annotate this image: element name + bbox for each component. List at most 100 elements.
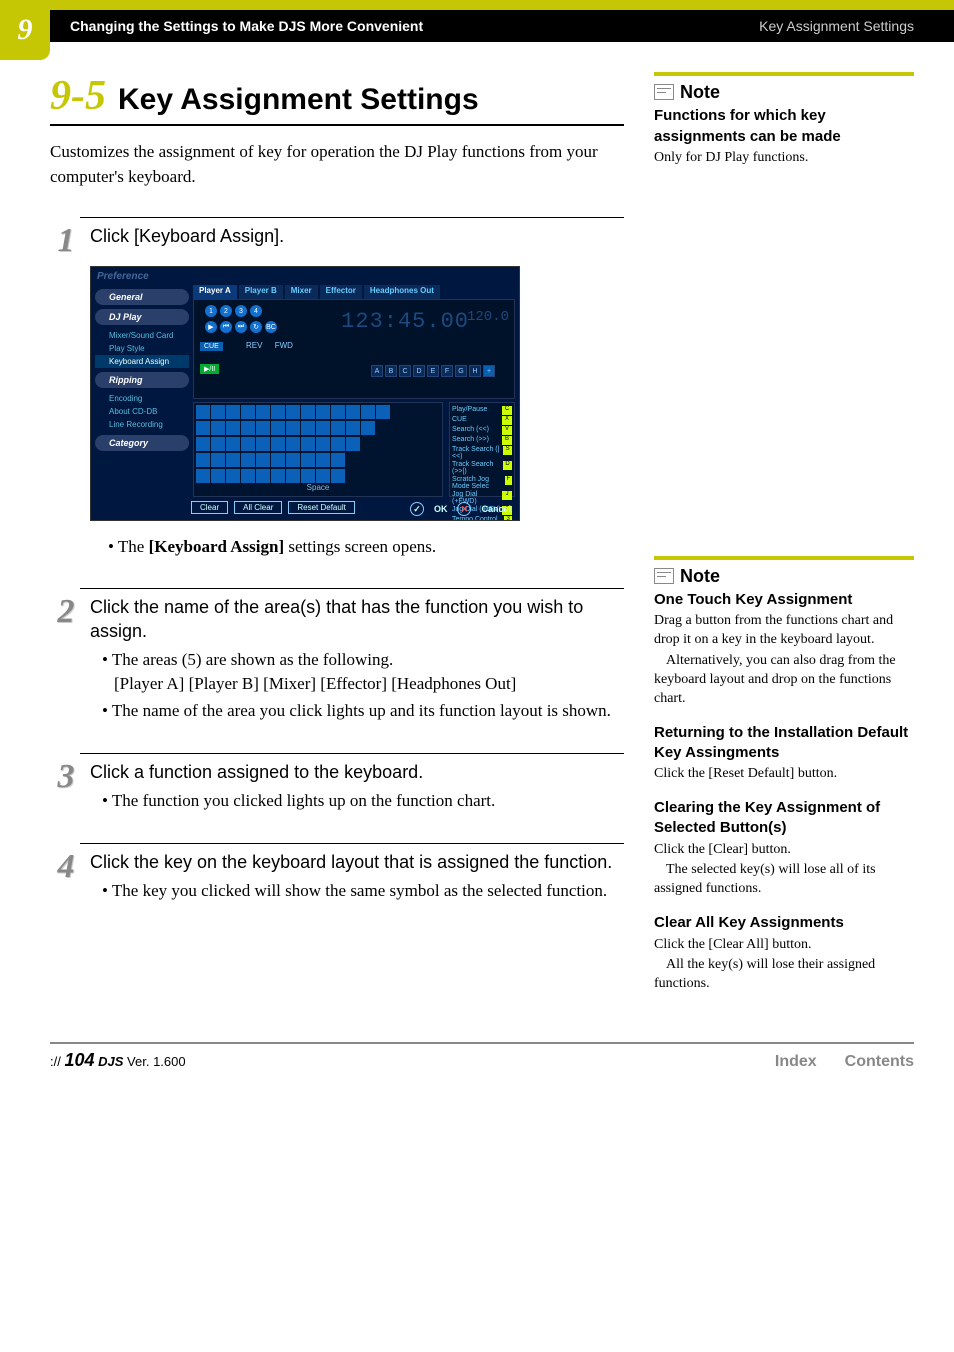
step-bullet: • The areas (5) are shown as the followi… — [102, 648, 624, 697]
note-icon — [654, 84, 674, 100]
func-label[interactable]: Tempo Control Range — [452, 516, 504, 521]
func-label[interactable]: Track Search (>>|) — [452, 461, 503, 475]
transport-button[interactable]: ↻ — [250, 321, 262, 333]
version-label: Ver. 1.600 — [127, 1054, 186, 1069]
play-pause-button[interactable]: ▶/II — [200, 364, 219, 374]
step-2: 2 Click the name of the area(s) that has… — [50, 588, 624, 726]
hotcue-slot[interactable]: B — [385, 365, 397, 377]
cancel-button[interactable]: Cancel — [481, 504, 511, 514]
hotcue-button[interactable]: 2 — [220, 305, 232, 317]
hotcue-button[interactable]: 1 — [205, 305, 217, 317]
hotcue-slot[interactable]: A — [371, 365, 383, 377]
func-key: V — [502, 426, 512, 435]
playpause-row: ▶/II — [199, 363, 220, 375]
func-key: J — [502, 491, 512, 500]
tab-player-b[interactable]: Player B — [239, 285, 283, 299]
page-header: 9 Changing the Settings to Make DJS More… — [0, 10, 954, 42]
func-label[interactable]: Track Search (|<<) — [452, 446, 503, 460]
tab-effector[interactable]: Effector — [320, 285, 362, 299]
divider — [80, 588, 624, 589]
sidebar-item[interactable]: About CD-DB — [95, 405, 189, 418]
hotcue-slot[interactable]: H — [469, 365, 481, 377]
cue-button[interactable]: CUE — [200, 342, 223, 351]
function-chart: Play/PauseC CUEX Search (<<)V Search (>>… — [449, 402, 515, 497]
hotcue-slot[interactable]: D — [413, 365, 425, 377]
transport-button[interactable]: ⏭ — [235, 321, 247, 333]
transport-button[interactable]: ⏮ — [220, 321, 232, 333]
sidebar-cat-category[interactable]: Category — [95, 435, 189, 451]
func-key: B — [502, 436, 512, 445]
reset-default-button[interactable]: Reset Default — [288, 501, 354, 514]
note-subhead: Returning to the Installation Default Ke… — [654, 723, 914, 764]
breadcrumb: Changing the Settings to Make DJS More C… — [70, 18, 423, 34]
hotcue-slot[interactable]: E — [427, 365, 439, 377]
rev-label: REV — [246, 341, 262, 350]
func-key: S — [503, 446, 512, 455]
window-title: Preference — [97, 271, 149, 282]
step-3: 3 Click a function assigned to the keybo… — [50, 753, 624, 815]
top-accent-bar — [0, 0, 954, 10]
hotcue-button[interactable]: 3 — [235, 305, 247, 317]
func-label[interactable]: Scratch Jog Mode Selec — [452, 476, 505, 490]
divider — [80, 753, 624, 754]
hotcue-plus[interactable]: + — [483, 365, 495, 377]
note-body: Drag a button from the functions chart a… — [654, 612, 914, 708]
note-subhead: Clearing the Key Assignment of Selected … — [654, 798, 914, 839]
note-body: Click the [Reset Default] button. — [654, 765, 914, 784]
step-bullet: • The name of the area you click lights … — [102, 699, 624, 724]
transport-buttons: ▶⏮⏭↻BC — [205, 321, 277, 333]
hotcue-slot[interactable]: F — [441, 365, 453, 377]
func-key: F — [505, 476, 512, 485]
hotcue-slot[interactable]: G — [455, 365, 467, 377]
step-number: 3 — [50, 760, 82, 794]
transport-button[interactable]: ▶ — [205, 321, 217, 333]
sidebar-cat-ripping[interactable]: Ripping — [95, 372, 189, 388]
dialog-buttons: Clear All Clear Reset Default — [191, 501, 355, 514]
header-section-label: Key Assignment Settings — [759, 18, 914, 34]
func-label[interactable]: CUE — [452, 416, 467, 425]
app-name: DJS — [98, 1054, 123, 1069]
transport-button[interactable]: BC — [265, 321, 277, 333]
tab-headphones-out[interactable]: Headphones Out — [364, 285, 440, 299]
ok-cancel-row: ✓ OK ✕ Cancel — [410, 502, 511, 516]
note-label: Note — [680, 80, 720, 104]
hotcue-letters: A B C D E F G H + — [371, 365, 495, 377]
index-link[interactable]: Index — [775, 1053, 817, 1071]
func-label[interactable]: Play/Pause — [452, 406, 487, 415]
hotcue-slot[interactable]: C — [399, 365, 411, 377]
ok-button[interactable]: OK — [434, 504, 448, 514]
sidebar-item-keyboard-assign[interactable]: Keyboard Assign — [95, 355, 189, 368]
sidebar-item[interactable]: Encoding — [95, 392, 189, 405]
contents-link[interactable]: Contents — [845, 1053, 914, 1071]
tab-mixer[interactable]: Mixer — [285, 285, 318, 299]
func-label[interactable]: Search (>>) — [452, 436, 489, 445]
sidebar-cat-general[interactable]: General — [95, 289, 189, 305]
note-subhead: Clear All Key Assignments — [654, 913, 914, 933]
step-bullet: • The function you clicked lights up on … — [102, 789, 624, 814]
divider — [50, 124, 624, 126]
sidebar-item[interactable]: Mixer/Sound Card — [95, 329, 189, 342]
step-4: 4 Click the key on the keyboard layout t… — [50, 843, 624, 905]
func-label[interactable]: Search (<<) — [452, 426, 489, 435]
note-subhead: Functions for which key assignments can … — [654, 106, 914, 147]
step-heading: Click the key on the keyboard layout tha… — [90, 850, 624, 874]
sidebar-item[interactable]: Line Recording — [95, 418, 189, 431]
step-heading: Click a function assigned to the keyboar… — [90, 760, 624, 784]
check-icon[interactable]: ✓ — [410, 502, 424, 516]
chapter-badge: 9 — [0, 0, 50, 60]
step-number: 2 — [50, 595, 82, 629]
note-icon — [654, 568, 674, 584]
step-1: 1 Click [Keyboard Assign]. Preference Ge… — [50, 217, 624, 560]
accent-rule — [654, 72, 914, 76]
clear-button[interactable]: Clear — [191, 501, 228, 514]
tab-player-a[interactable]: Player A — [193, 285, 237, 299]
sidebar-cat-djplay[interactable]: DJ Play — [95, 309, 189, 325]
fwd-label: FWD — [275, 341, 293, 350]
accent-rule — [654, 556, 914, 560]
space-key-label: Space — [307, 483, 330, 492]
hotcue-button[interactable]: 4 — [250, 305, 262, 317]
sidebar-item[interactable]: Play Style — [95, 342, 189, 355]
all-clear-button[interactable]: All Clear — [234, 501, 282, 514]
close-icon[interactable]: ✕ — [457, 502, 471, 516]
note-body: Click the [Clear All] button. All the ke… — [654, 936, 914, 995]
